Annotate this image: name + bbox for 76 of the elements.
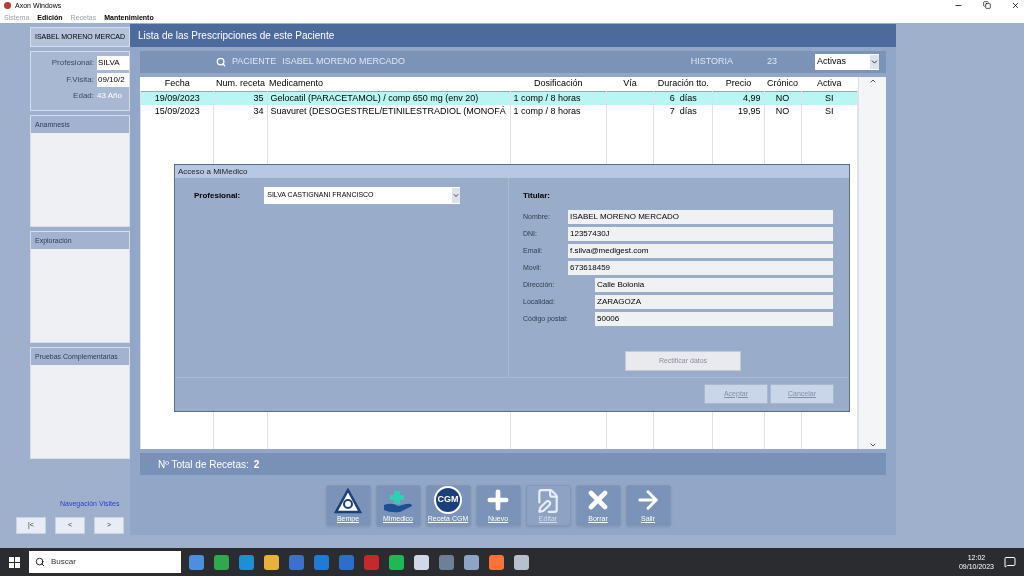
table-cell-text: 4,99	[742, 91, 762, 105]
app-logo-icon	[4, 2, 11, 9]
table-cell-text: 34	[252, 105, 265, 118]
table-cell-text: 19,95	[737, 105, 762, 118]
close-icon[interactable]	[1011, 1, 1020, 10]
table-cell-text: 15/09/2023	[153, 105, 201, 118]
field-input[interactable]: Calle Bolonia	[595, 278, 833, 292]
professional-label: Profesional:	[194, 190, 241, 202]
field-input[interactable]: 12357430J	[568, 227, 833, 241]
taskbar-app-icon[interactable]	[414, 554, 429, 570]
table-cell-text: 1 comp / 8 horas	[512, 105, 582, 118]
field-input[interactable]: 673618459	[568, 261, 833, 275]
table-cell-text: 1 comp / 8 horas	[512, 91, 582, 105]
table-cell-text: NO	[774, 91, 791, 105]
table-cell-text: SI	[824, 91, 835, 105]
field-label: Edad:	[73, 90, 94, 102]
notifications-icon[interactable]	[1004, 556, 1016, 568]
total-count: 2	[253, 457, 260, 472]
field-input[interactable]: f.silva@medigest.com	[568, 244, 833, 258]
taskbar-app-icon[interactable]	[389, 554, 404, 570]
history-label: HISTORIA	[690, 55, 733, 69]
taskbar-app-icon[interactable]	[464, 554, 479, 570]
table-cell-text: Suavuret (DESOGESTREL/ETINILESTRADIOL (MONOFÁ	[269, 105, 507, 118]
field-label: Profesional:	[51, 57, 94, 69]
edit-icon	[535, 488, 561, 514]
scroll-up-icon[interactable]	[868, 77, 877, 85]
total-label: Nº Total de Recetas:	[158, 457, 249, 472]
column-header[interactable]: Medicamento	[267, 77, 511, 91]
search-icon	[35, 557, 45, 567]
table-cell-text: 6 días	[668, 91, 698, 105]
column-header[interactable]: Dosificación	[510, 77, 607, 91]
table-cell-text: Gelocatil (PARACETAMOL) / comp 650 mg (env 20)	[269, 91, 480, 105]
taskbar-app-icon[interactable]	[214, 554, 229, 570]
column-header[interactable]: Activa	[801, 77, 858, 91]
field-input[interactable]: ISABEL MORENO MERCADO	[568, 210, 833, 224]
window-title: Lista de las Prescripciones de este Paciente	[138, 29, 335, 43]
scrollbar[interactable]	[858, 77, 886, 449]
search-icon[interactable]	[216, 57, 226, 67]
field-input[interactable]: ZARAGOZA	[595, 295, 833, 309]
chevron-down-icon	[452, 188, 461, 203]
triangle-icon	[334, 488, 362, 514]
table-cell-text: NO	[774, 105, 791, 118]
table-cell-text: 35	[252, 91, 265, 105]
field-input[interactable]: 09/10/2	[97, 73, 129, 87]
column-header[interactable]: Num. receta	[213, 77, 267, 91]
table-cell-text: 19/09/2023	[153, 91, 201, 105]
cgm-badge: CGM	[434, 486, 462, 514]
holder-label: Titular:	[523, 190, 551, 202]
chevron-down-icon	[870, 55, 879, 69]
field-input[interactable]: 50006	[595, 312, 833, 326]
column-header[interactable]: Fecha	[140, 77, 214, 91]
field-label: F.Visita:	[66, 74, 94, 86]
column-header[interactable]: Crónico	[764, 77, 802, 91]
table-cell-text: 7 días	[668, 105, 698, 118]
filter-dropdown[interactable]: Activas	[815, 54, 879, 70]
column-header[interactable]: Precio	[712, 77, 765, 91]
taskbar-app-icon[interactable]	[514, 554, 529, 570]
field-input[interactable]: SILVA	[97, 56, 129, 70]
taskbar-app-icon[interactable]	[239, 554, 254, 570]
column-header[interactable]: Duración tto.	[653, 77, 713, 91]
column-header[interactable]: Vía	[606, 77, 654, 91]
search-field[interactable]: Buscar	[29, 551, 181, 573]
field-value: 43 Año	[97, 90, 123, 102]
taskbar-app-icon[interactable]	[489, 554, 504, 570]
table-cell-text: SI	[824, 105, 835, 118]
patient-name: ISABEL MORENO MERCADO	[282, 55, 406, 69]
patient-label: PACIENTE	[232, 55, 277, 69]
windows-logo-icon[interactable]	[9, 556, 20, 568]
history-number: 23	[767, 55, 777, 69]
table-row[interactable]: 15/09/2023 34 Suavuret (DESOGESTREL/ETINILESTRADIOL (MONOFÁ 1 comp / 8 horas 7 días 19,95 NO SI	[140, 105, 858, 119]
dialog-title: Acceso a MiMedico	[178, 165, 248, 178]
hand-icon	[382, 488, 414, 514]
restore-icon[interactable]	[983, 1, 991, 9]
scroll-down-icon[interactable]	[868, 441, 877, 449]
taskbar-app-icon[interactable]	[264, 554, 279, 570]
taskbar-app-icon[interactable]	[189, 554, 204, 570]
